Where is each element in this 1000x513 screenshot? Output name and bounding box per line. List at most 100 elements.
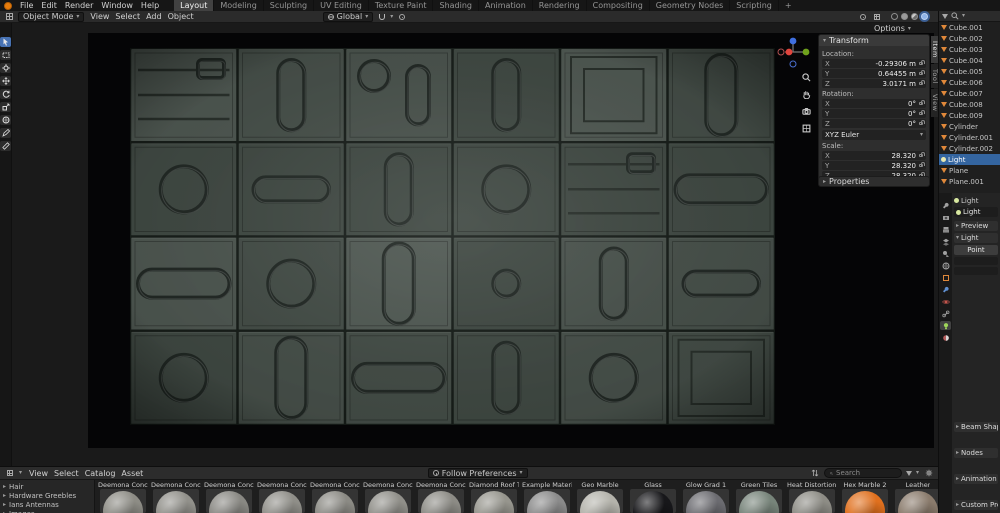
tool-move-button[interactable] [0, 76, 11, 86]
asset-item-leather[interactable]: Leather [892, 481, 938, 513]
asset-item-glass[interactable]: Glass [627, 481, 679, 513]
lock-icon[interactable] [919, 110, 925, 115]
lock-icon[interactable] [919, 120, 925, 125]
asset-item-hex-marble-2[interactable]: Hex Marble 2 [839, 481, 891, 513]
workspace-tab-compositing[interactable]: Compositing [587, 0, 650, 11]
outliner-item-plane-001[interactable]: Plane.001 [939, 176, 1000, 187]
outliner-item-cylinder-001[interactable]: Cylinder.001 [939, 132, 1000, 143]
asset-menu-view[interactable]: View [26, 469, 51, 478]
viewport-menu-view[interactable]: View [87, 12, 112, 21]
outliner-item-light[interactable]: Light [939, 154, 1000, 165]
editor-type-icon[interactable] [4, 12, 15, 22]
blender-logo-icon[interactable] [4, 1, 12, 10]
properties-tab-view-layer[interactable] [940, 237, 951, 246]
viewport-options-dropdown[interactable]: Options ▾ [874, 24, 911, 33]
properties-tab-tool[interactable] [940, 201, 951, 210]
proportional-edit-icon[interactable] [396, 12, 407, 22]
viewport-menu-select[interactable]: Select [112, 12, 143, 21]
add-workspace-button[interactable]: + [780, 1, 797, 10]
menu-render[interactable]: Render [61, 1, 97, 10]
viewport-3d[interactable]: Options ▾ ▾ Transform Location: X -0.2930 [12, 23, 938, 466]
filter-dropdown-icon[interactable]: ▾ [916, 470, 919, 476]
asset-library-dropdown[interactable]: Follow Preferences ▾ [427, 468, 528, 478]
menu-file[interactable]: File [16, 1, 37, 10]
sidebar-tab-tool[interactable]: Tool [931, 63, 938, 89]
properties-tab-modifiers[interactable] [940, 285, 951, 294]
shading-material-icon[interactable] [911, 13, 918, 20]
properties-tab-constraints[interactable] [940, 309, 951, 318]
search-input[interactable] [836, 469, 896, 477]
asset-item-deemona-concre[interactable]: Deemona Concre... [256, 481, 308, 513]
overlays-icon[interactable] [857, 12, 868, 22]
asset-item-diamond-roof-ti[interactable]: Diamond Roof Ti... [468, 481, 520, 513]
transform-field-x[interactable]: X 0° [822, 99, 926, 108]
lock-icon[interactable] [919, 70, 925, 75]
properties-tab-render[interactable] [940, 213, 951, 222]
outliner-item-cube-005[interactable]: Cube.005 [939, 66, 1000, 77]
outliner-item-cylinder[interactable]: Cylinder [939, 121, 1000, 132]
tool-cursor-button[interactable] [0, 63, 11, 73]
asset-item-geo-marble[interactable]: Geo Marble [574, 481, 626, 513]
viewport-grid-icon[interactable] [802, 124, 811, 135]
properties-tab-material[interactable] [940, 333, 951, 342]
light-power-field[interactable] [954, 267, 998, 275]
tool-select-box-button[interactable] [0, 50, 11, 60]
lock-icon[interactable] [919, 80, 925, 85]
panel-light[interactable]: ▾ Light [954, 233, 998, 243]
filter-icon[interactable] [942, 13, 948, 19]
asset-search[interactable] [824, 468, 902, 478]
editor-type-icon[interactable] [4, 468, 15, 478]
outliner-item-cube-006[interactable]: Cube.006 [939, 77, 1000, 88]
workspace-tab-uv-editing[interactable]: UV Editing [314, 0, 369, 11]
gear-icon[interactable] [923, 468, 934, 478]
shading-solid-icon[interactable] [901, 13, 908, 20]
tool-transform-button[interactable] [0, 115, 11, 125]
panel-nodes[interactable]: ▸ Nodes [954, 448, 998, 458]
catalog-ians-antennas[interactable]: ▸ Ians Antennas [3, 500, 91, 509]
transform-panel-header[interactable]: ▾ Transform [819, 35, 929, 46]
workspace-tab-geometry-nodes[interactable]: Geometry Nodes [650, 0, 731, 11]
sidebar-tab-view[interactable]: View [931, 89, 938, 117]
lock-icon[interactable] [919, 152, 925, 157]
outliner-item-cube-004[interactable]: Cube.004 [939, 55, 1000, 66]
viewport-pan-icon[interactable] [802, 90, 811, 101]
properties-tab-physics[interactable] [940, 297, 951, 306]
outliner-item-cylinder-002[interactable]: Cylinder.002 [939, 143, 1000, 154]
workspace-tab-animation[interactable]: Animation [479, 0, 533, 11]
light-color-field[interactable] [954, 257, 998, 265]
panel-animation[interactable]: ▸ Animation [954, 474, 998, 484]
transform-field-y[interactable]: Y 0° [822, 109, 926, 118]
viewport-camera-icon[interactable] [802, 107, 811, 118]
tool-measure-button[interactable] [0, 141, 11, 151]
properties-tab-world[interactable] [940, 261, 951, 270]
transform-field-z[interactable]: Z 0° [822, 119, 926, 128]
viewport-menu-add[interactable]: Add [143, 12, 165, 21]
tool-rotate-button[interactable] [0, 89, 11, 99]
viewport-zoom-icon[interactable] [802, 73, 811, 84]
transform-field-z[interactable]: Z 3.0171 m [822, 79, 926, 88]
shading-wireframe-icon[interactable] [891, 13, 898, 20]
outliner-item-cube-007[interactable]: Cube.007 [939, 88, 1000, 99]
transform-field-y[interactable]: Y 0.64455 m [822, 69, 926, 78]
tool-annotate-button[interactable] [0, 128, 11, 138]
asset-item-green-tiles[interactable]: Green Tiles [733, 481, 785, 513]
workspace-tab-sculpting[interactable]: Sculpting [264, 0, 315, 11]
outliner-item-cube-003[interactable]: Cube.003 [939, 44, 1000, 55]
mode-dropdown[interactable]: Object Mode ▾ [18, 11, 85, 22]
properties-tab-object[interactable] [940, 273, 951, 282]
properties-tab-scene[interactable] [940, 249, 951, 258]
navigation-gizmo[interactable] [776, 35, 810, 71]
panel-beam-shape[interactable]: ▸Beam Shape [954, 422, 998, 432]
asset-item-heat-distortion-s[interactable]: Heat Distortion S... [786, 481, 838, 513]
asset-item-deemona-concre[interactable]: Deemona Concre... [309, 481, 361, 513]
catalog-images[interactable]: ▸Images [3, 509, 91, 513]
tool-tweak-button[interactable] [0, 37, 11, 47]
workspace-tab-modeling[interactable]: Modeling [214, 0, 264, 11]
lock-icon[interactable] [919, 162, 925, 167]
asset-item-deemona-concre[interactable]: Deemona Concre... [203, 481, 255, 513]
workspace-tab-layout[interactable]: Layout [174, 0, 215, 11]
snap-magnet-icon[interactable] [376, 12, 387, 22]
catalog-hair[interactable]: ▸ Hair [3, 482, 91, 491]
menu-window[interactable]: Window [97, 1, 137, 10]
datablock-selector[interactable]: Light [954, 207, 998, 217]
